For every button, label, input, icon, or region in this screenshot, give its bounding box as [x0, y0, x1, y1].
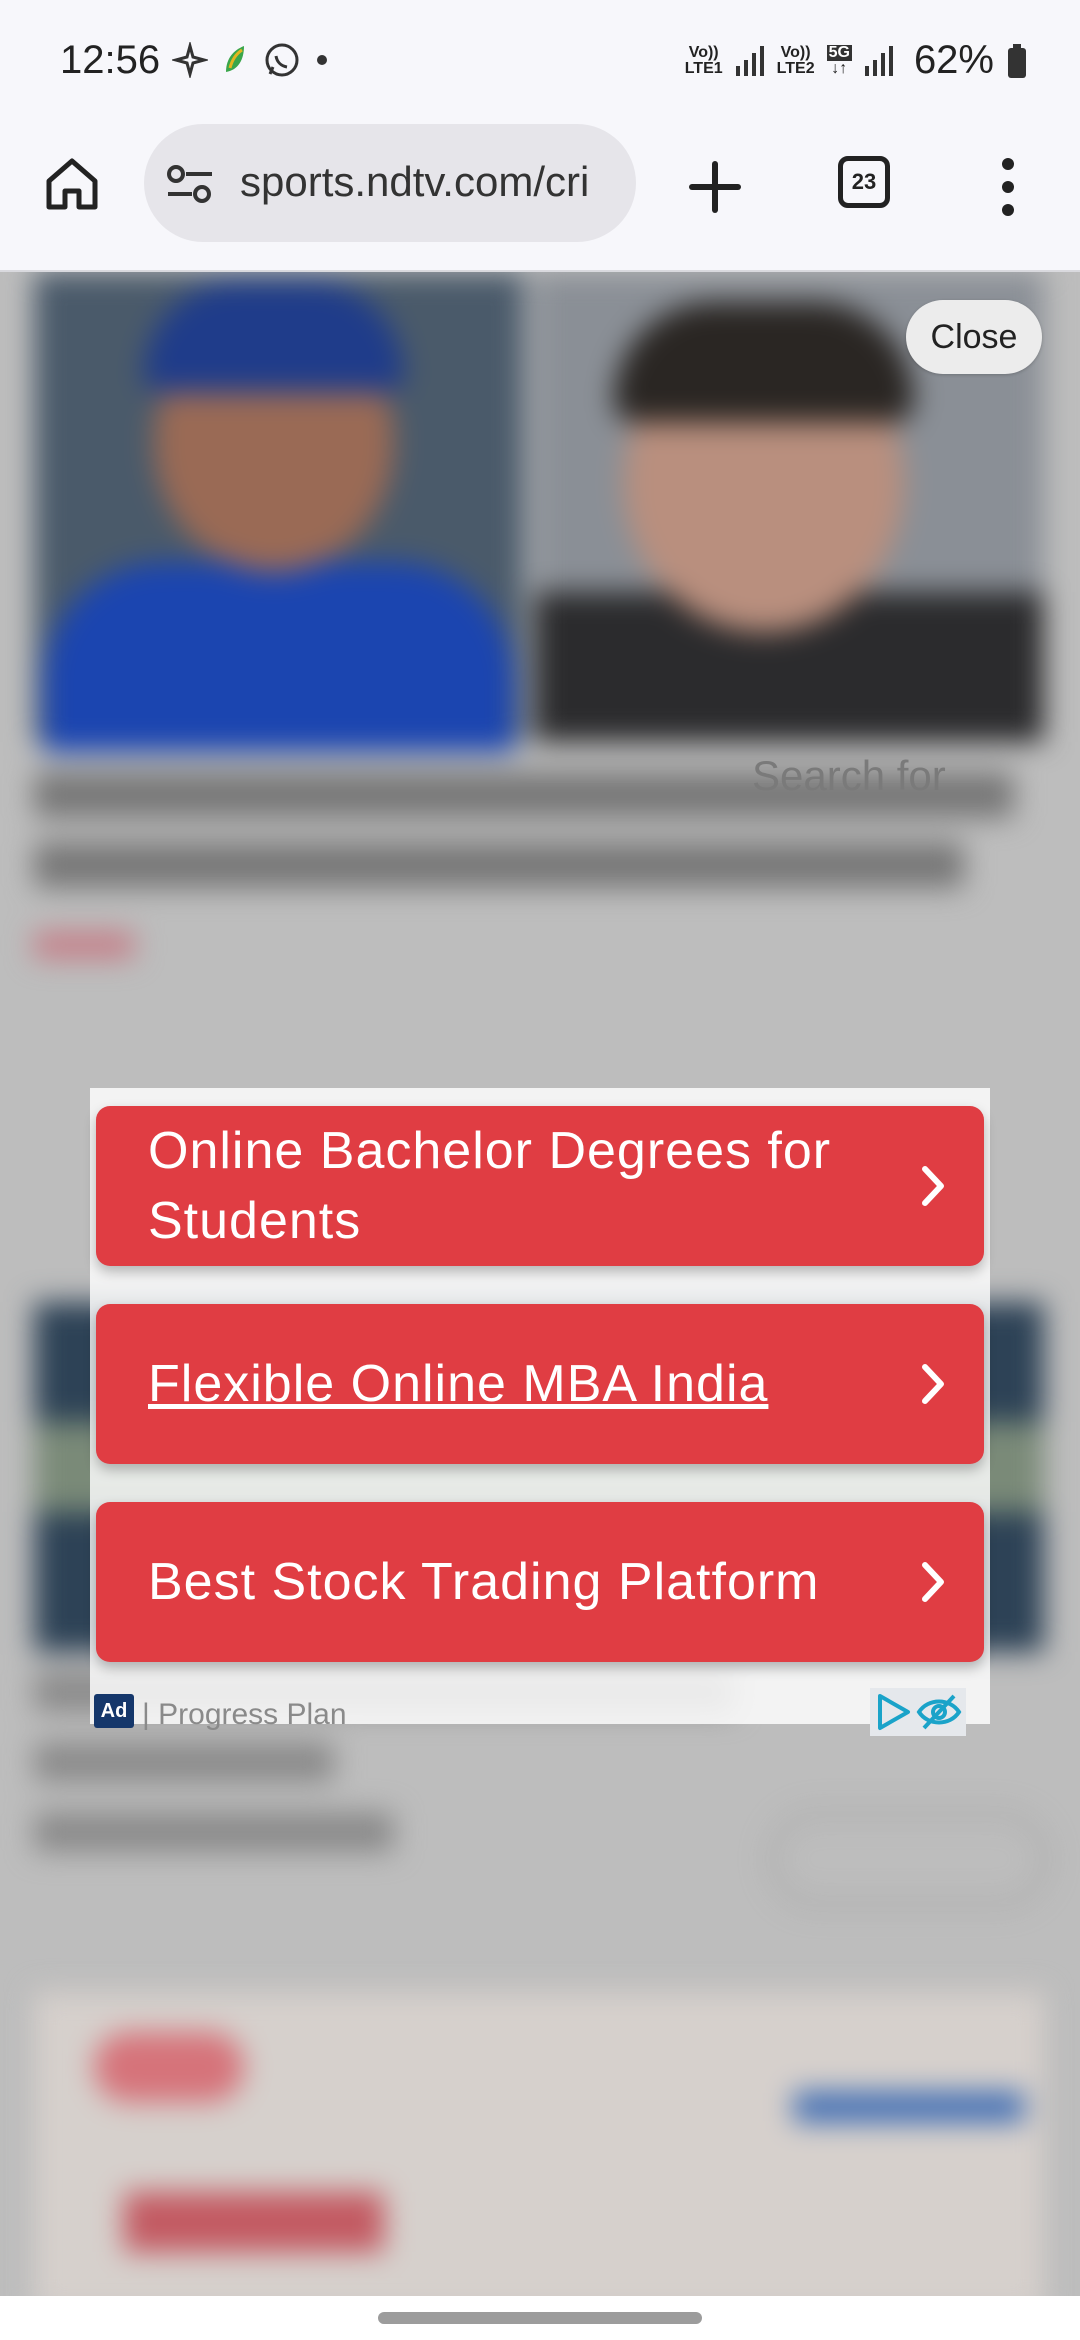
adchoices-button[interactable] [870, 1688, 966, 1736]
gesture-handle[interactable] [378, 2312, 702, 2324]
plus-icon [689, 161, 741, 213]
more-vert-icon [1002, 158, 1014, 216]
home-button[interactable] [40, 152, 104, 216]
ad-footer: Ad | Progress Plan [90, 1688, 990, 1736]
network-lte2: Vo)) LTE2 [776, 43, 815, 77]
ad-source: | Progress Plan [142, 1698, 347, 1731]
chevron-right-icon [914, 1354, 954, 1414]
ad-button-bachelor[interactable]: Online Bachelor Degrees for Students [96, 1106, 984, 1266]
adchoices-play-icon [878, 1694, 910, 1730]
ad-button-stock-trading[interactable]: Best Stock Trading Platform [96, 1502, 984, 1662]
address-bar[interactable]: sports.ndtv.com/cri [144, 124, 636, 242]
tab-switcher-button[interactable]: 23 [838, 156, 890, 208]
new-tab-button[interactable] [680, 152, 750, 222]
url-text[interactable]: sports.ndtv.com/cri [240, 158, 620, 206]
navigation-bar [0, 2296, 1080, 2340]
whatsapp-icon [265, 43, 299, 77]
ad-panel: Online Bachelor Degrees for Students Fle… [90, 1088, 990, 1736]
search-hint-text: Search for [752, 752, 946, 799]
browser-toolbar: sports.ndtv.com/cri 23 [0, 122, 1080, 272]
status-time: 12:56 [60, 38, 161, 82]
dot-icon [317, 55, 327, 65]
article-image-left [34, 272, 524, 752]
blurred-pill [770, 1812, 1048, 1906]
close-ad-button[interactable]: Close [906, 300, 1042, 374]
battery-icon [1008, 43, 1026, 78]
site-settings-icon[interactable] [166, 164, 216, 204]
chevron-right-icon [914, 1156, 954, 1216]
sparkle-icon [172, 42, 208, 78]
ad-badge: Ad [94, 1694, 134, 1728]
chevron-right-icon [914, 1552, 954, 1612]
status-right-icons: Vo)) LTE1 Vo)) LTE2 5G ↓↑ 62% [685, 38, 1028, 83]
ad-button-label: Online Bachelor Degrees for Students [148, 1122, 832, 1250]
ad-button-label: Best Stock Trading Platform [148, 1553, 820, 1611]
overflow-menu-button[interactable] [996, 152, 1020, 222]
ad-button-mba[interactable]: Flexible Online MBA India [96, 1304, 984, 1464]
battery-percent: 62% [913, 38, 994, 82]
status-bar: 12:56 Vo)) LTE1 Vo)) LTE2 5G ↓↑ 62% [0, 0, 1080, 122]
signal-icon [735, 45, 764, 76]
app-leaf-icon [226, 46, 244, 72]
home-icon [46, 158, 98, 210]
hide-ad-eye-icon [916, 1694, 962, 1730]
notification-icons [172, 40, 330, 80]
network-lte1: Vo)) LTE1 [684, 43, 723, 77]
network-5g: 5G ↓↑ [826, 43, 852, 77]
signal-icon-2 [864, 45, 893, 76]
blurred-card [34, 1992, 1044, 2296]
ad-button-label: Flexible Online MBA India [148, 1355, 769, 1413]
